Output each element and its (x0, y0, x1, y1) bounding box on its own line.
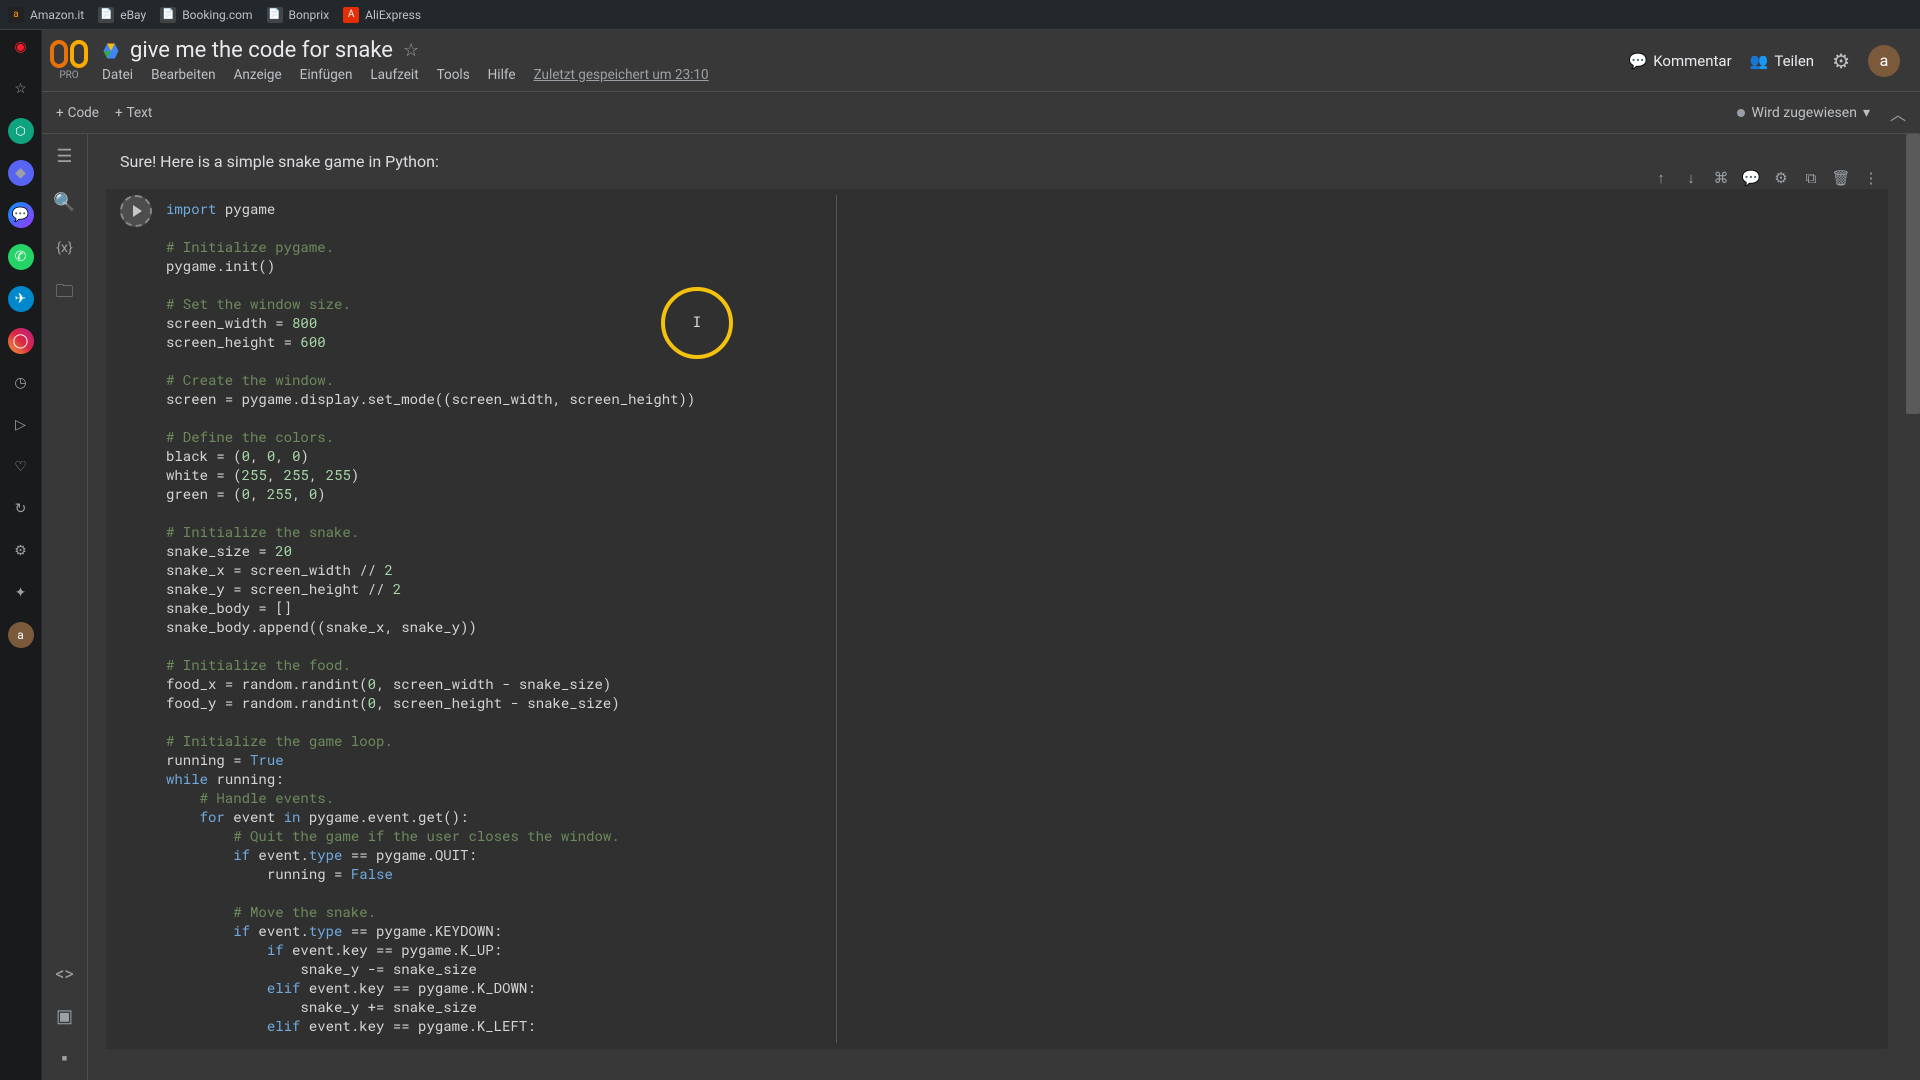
opera-history-icon[interactable]: ↻ (8, 496, 34, 522)
variables-icon[interactable]: {x} (53, 236, 77, 260)
opera-heart-icon[interactable]: ♡ (8, 454, 34, 480)
drive-icon (102, 42, 120, 60)
opera-play-icon[interactable]: ▷ (8, 412, 34, 438)
delete-icon[interactable]: 🗑 (1828, 165, 1854, 191)
opera-gear-icon[interactable]: ⚙ (8, 538, 34, 564)
menu-view[interactable]: Anzeige (234, 67, 282, 83)
menu-help[interactable]: Hilfe (488, 67, 516, 83)
colab-logo[interactable]: PRO (50, 40, 88, 81)
run-cell-button[interactable] (120, 195, 152, 227)
settings-gear-icon[interactable]: ⚙ (1832, 49, 1850, 73)
files-icon[interactable]: 🗀 (53, 282, 77, 306)
more-icon[interactable]: ⋮ (1858, 165, 1884, 191)
main-menu: Datei Bearbeiten Anzeige Einfügen Laufze… (102, 67, 1629, 83)
menu-tools[interactable]: Tools (437, 67, 470, 83)
opera-sidebar: ◉ ☆ ⬡ ◆ 💬 ✆ ✈ ◯ ◷ ▷ ♡ ↻ ⚙ ✦ a (0, 30, 42, 1080)
opera-telegram-icon[interactable]: ✈ (8, 286, 34, 312)
add-text-button[interactable]: +Text (115, 105, 152, 121)
user-avatar[interactable]: a (1868, 45, 1900, 77)
scrollbar-thumb[interactable] (1906, 134, 1920, 414)
terminal-icon[interactable]: ▪ (53, 1046, 77, 1070)
bookmark-booking[interactable]: 📄Booking.com (160, 7, 252, 23)
menu-file[interactable]: Datei (102, 67, 133, 83)
link-icon[interactable]: ⌘ (1708, 165, 1734, 191)
comment-button[interactable]: 💬Kommentar (1629, 52, 1732, 70)
autosave-status[interactable]: Zuletzt gespeichert um 23:10 (534, 67, 709, 83)
opera-chatgpt-icon[interactable]: ⬡ (8, 118, 34, 144)
menu-runtime[interactable]: Laufzeit (370, 67, 418, 83)
bookmark-amazon[interactable]: aAmazon.it (8, 7, 84, 23)
file-icon: 📄 (160, 7, 176, 23)
move-up-icon[interactable]: ↑ (1648, 165, 1674, 191)
file-icon: 📄 (98, 7, 114, 23)
opera-avatar-icon[interactable]: a (8, 622, 34, 648)
opera-instagram-icon[interactable]: ◯ (8, 328, 34, 354)
connect-status[interactable]: Wird zugewiesen▾ (1727, 101, 1880, 125)
notebook-area[interactable]: Sure! Here is a simple snake game in Pyt… (88, 134, 1906, 1080)
bookmark-bonprix[interactable]: 📄Bonprix (267, 7, 330, 23)
search-icon[interactable]: 🔍 (53, 190, 77, 214)
add-code-button[interactable]: +Code (56, 105, 99, 121)
pro-badge: PRO (50, 70, 88, 81)
colab-header: PRO give me the code for snake ☆ Datei B… (42, 30, 1920, 92)
cell-comment-icon[interactable]: 💬 (1738, 165, 1764, 191)
opera-clock-icon[interactable]: ◷ (8, 370, 34, 396)
colab-left-rail: ☰ 🔍 {x} 🗀 <> ▣ ▪ (42, 134, 88, 1080)
bookmark-icon: A (343, 7, 359, 23)
toc-icon[interactable]: ☰ (53, 144, 77, 168)
code-editor[interactable]: import pygame # Initialize pygame. pygam… (166, 195, 1888, 1043)
command-palette-icon[interactable]: ▣ (53, 1004, 77, 1028)
vertical-scrollbar[interactable] (1906, 134, 1920, 1080)
plus-icon: + (115, 105, 123, 121)
star-icon[interactable]: ☆ (403, 40, 419, 61)
colab-toolbar: +Code +Text Wird zugewiesen▾ ︿ (42, 92, 1920, 134)
move-down-icon[interactable]: ↓ (1678, 165, 1704, 191)
browser-bookmark-bar: aAmazon.it 📄eBay 📄Booking.com 📄Bonprix A… (0, 0, 1920, 30)
text-cell[interactable]: Sure! Here is a simple snake game in Pyt… (106, 152, 1888, 171)
opera-sparkle-icon[interactable]: ✦ (8, 580, 34, 606)
opera-messenger-icon[interactable]: 💬 (8, 202, 34, 228)
mirror-icon[interactable]: ⧉ (1798, 165, 1824, 191)
opera-star-icon[interactable]: ☆ (8, 76, 34, 102)
plus-icon: + (56, 105, 64, 121)
cell-settings-icon[interactable]: ⚙ (1768, 165, 1794, 191)
share-button[interactable]: 👥Teilen (1750, 52, 1814, 70)
chevron-down-icon: ▾ (1863, 105, 1870, 121)
comment-icon: 💬 (1629, 52, 1648, 70)
bookmark-icon: a (8, 7, 24, 23)
menu-insert[interactable]: Einfügen (300, 67, 353, 83)
colab-app: PRO give me the code for snake ☆ Datei B… (42, 30, 1920, 1080)
file-icon: 📄 (267, 7, 283, 23)
document-title[interactable]: give me the code for snake (130, 38, 393, 63)
code-snippets-icon[interactable]: <> (53, 962, 77, 986)
opera-whatsapp-icon[interactable]: ✆ (8, 244, 34, 270)
opera-app-icon[interactable]: ◆ (8, 160, 34, 186)
people-icon: 👥 (1750, 52, 1769, 70)
bookmark-aliexpress[interactable]: AAliExpress (343, 7, 421, 23)
cell-toolbar: ↑ ↓ ⌘ 💬 ⚙ ⧉ 🗑 ⋮ (1648, 165, 1884, 191)
collapse-header-icon[interactable]: ︿ (1890, 101, 1906, 125)
code-cell[interactable]: ↑ ↓ ⌘ 💬 ⚙ ⧉ 🗑 ⋮ import pygame # Initiali… (106, 189, 1888, 1049)
opera-home-icon[interactable]: ◉ (8, 34, 34, 60)
bookmark-ebay[interactable]: 📄eBay (98, 7, 146, 23)
menu-edit[interactable]: Bearbeiten (151, 67, 216, 83)
